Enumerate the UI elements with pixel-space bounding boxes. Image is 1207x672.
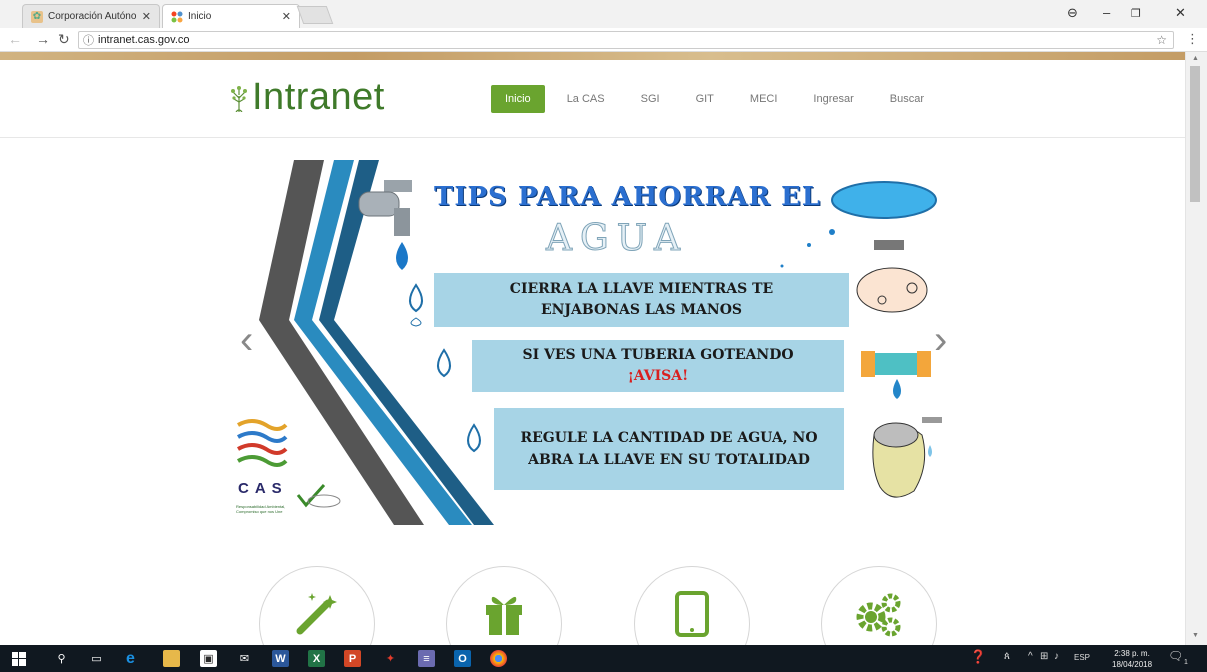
carousel-next-arrow[interactable]: › [934,320,947,360]
site-header: Intranet Inicio La CAS SGI GIT MECI Ingr… [0,60,1185,138]
carousel-prev-arrow[interactable]: ‹ [240,320,253,360]
joomla-favicon-icon [171,11,183,23]
cas-tagline: Responsabilidad Ambiental, Compromiso qu… [236,504,286,514]
edge-icon[interactable]: e [122,650,139,667]
tab-title: Inicio [188,11,212,22]
leaking-pipe-icon [861,351,931,399]
vertical-scrollbar[interactable]: ▲ ▼ [1185,52,1207,645]
url-text: intranet.cas.gov.co [98,34,190,46]
store-icon[interactable]: ▣ [200,650,217,667]
address-bar[interactable]: ⓘ intranet.cas.gov.co ☆ [78,31,1174,49]
site-logo[interactable]: Intranet [228,78,385,116]
restore-icon[interactable]: ❐ [1131,7,1141,20]
excel-icon[interactable]: X [308,650,325,667]
gears-icon [856,593,901,637]
windows-start-icon[interactable] [10,650,27,667]
decorative-stripe [0,52,1185,60]
menu-item-buscar[interactable]: Buscar [876,85,938,113]
action-center-icon[interactable]: 🗨 [1168,649,1183,663]
tray-chevron-icon[interactable]: ^ [1028,651,1033,662]
scroll-down-icon[interactable]: ▼ [1192,632,1199,639]
word-icon[interactable]: W [272,650,289,667]
menu-item-ingresar[interactable]: Ingresar [799,85,867,113]
logo-text: Intranet [252,76,385,118]
tablet-icon [675,591,709,637]
menu-item-la-cas[interactable]: La CAS [553,85,619,113]
sgi-badge-icon [296,483,341,508]
cas-logo-icon [237,419,288,467]
main-menu: Inicio La CAS SGI GIT MECI Ingresar Busc… [491,85,946,113]
tip-box-2: SI VES UNA TUBERIA GOTEANDO ¡AVISA! [472,340,844,392]
windows-taskbar: ⚲ ▭ e ▣ ✉ W X P ✦ ≡ O ❓ ጰ ^ ⊞ ♪ ESP 2:38… [0,645,1207,672]
menu-icon[interactable]: ⋮ [1186,31,1199,47]
tab-corporacion[interactable]: ✿ Corporación Autónoma I ✕ [22,4,160,28]
back-icon[interactable]: ← [8,31,22,47]
forward-icon[interactable]: → [36,31,50,47]
clock-time: 2:38 p. m. [1114,649,1150,658]
close-tab-icon[interactable]: ✕ [142,10,151,23]
magic-wand-icon [296,593,337,635]
menu-item-sgi[interactable]: SGI [627,85,674,113]
tree-icon [228,86,250,116]
tip-3-text: REGULE LA CANTIDAD DE AGUA, NO ABRA LA L… [520,430,818,468]
tab-strip: ✿ Corporación Autónoma I ✕ Inicio ✕ ⊖ – … [0,0,1207,28]
clock[interactable]: 2:38 p. m. 18/04/2018 [1112,648,1152,670]
network-icon[interactable]: ⊞ [1040,651,1048,662]
app-icon[interactable]: ✦ [382,650,399,667]
feature-circle-3[interactable] [634,566,750,645]
tip-2-text: SI VES UNA TUBERIA GOTEANDO [522,347,794,363]
clock-date: 18/04/2018 [1112,660,1153,669]
reload-icon[interactable]: ↻ [58,31,70,48]
gift-icon [486,596,522,635]
file-explorer-icon[interactable] [163,650,180,667]
close-tab-icon[interactable]: ✕ [282,10,291,23]
notification-count: 1 [1184,659,1188,666]
cas-logo-text: CAS [238,480,288,497]
close-window-icon[interactable]: ✕ [1175,5,1186,21]
star-icon[interactable]: ☆ [1156,33,1167,47]
outlook-icon[interactable]: O [454,650,471,667]
tab-title: Corporación Autónoma I [48,11,136,22]
new-tab-button[interactable] [296,6,334,24]
language-indicator[interactable]: ESP [1074,653,1090,662]
chrome-icon[interactable] [490,650,507,667]
feature-circle-4[interactable] [821,566,937,645]
mail-icon[interactable]: ✉ [236,650,253,667]
menu-item-inicio[interactable]: Inicio [491,85,545,113]
menu-item-meci[interactable]: MECI [736,85,792,113]
slide-title: TIPS PARA AHORRAR EL [434,182,822,212]
hands-washing-icon [856,240,928,313]
books-icon[interactable]: ≡ [418,650,435,667]
powerpoint-icon[interactable]: P [344,650,361,667]
people-icon[interactable]: ጰ [1004,651,1010,662]
cas-favicon-icon: ✿ [31,10,43,23]
browser-toolbar: ← → ↻ ⓘ intranet.cas.gov.co ☆ ⋮ [0,28,1207,52]
tip-1-text: CIERRA LA LLAVE MIENTRAS TE ENJABONAS LA… [509,281,774,318]
scroll-up-icon[interactable]: ▲ [1192,55,1199,62]
menu-item-git[interactable]: GIT [682,85,728,113]
minimize-icon[interactable]: – [1103,5,1110,20]
scrollbar-thumb[interactable] [1190,66,1200,202]
tip-box-3: REGULE LA CANTIDAD DE AGUA, NO ABRA LA L… [494,408,844,490]
carousel: TIPS PARA AHORRAR EL AGUA CIERRA LA LLAV… [234,160,952,525]
tab-inicio[interactable]: Inicio ✕ [162,4,300,28]
faucet-icon [358,180,412,270]
page-viewport: Intranet Inicio La CAS SGI GIT MECI Ingr… [0,60,1185,645]
profile-icon[interactable]: ⊖ [1067,5,1078,21]
tip-2-alert: ¡AVISA! [627,368,689,384]
volume-icon[interactable]: ♪ [1054,651,1059,662]
info-icon[interactable]: ⓘ [83,32,94,48]
help-icon[interactable]: ❓ [970,649,986,665]
slide-subtitle: AGUA [546,218,688,260]
task-view-icon[interactable]: ▭ [88,650,105,667]
feature-circle-2[interactable] [446,566,562,645]
tip-box-1: CIERRA LA LLAVE MIENTRAS TE ENJABONAS LA… [434,273,849,327]
brain-head-icon [872,417,942,498]
feature-circle-1[interactable] [259,566,375,645]
search-icon[interactable]: ⚲ [53,650,70,667]
